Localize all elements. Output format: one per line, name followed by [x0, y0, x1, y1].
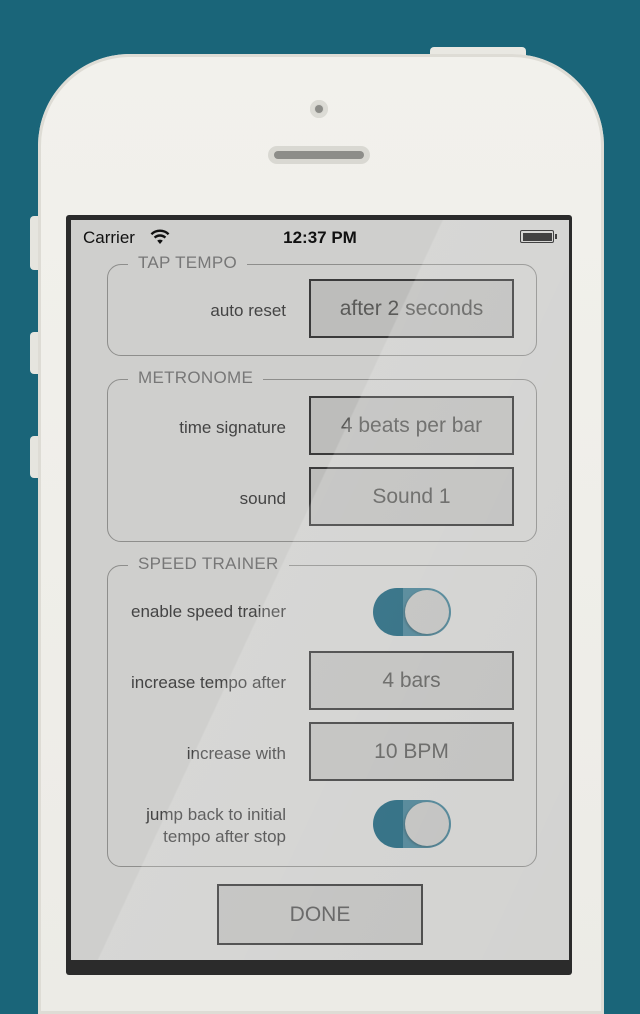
app-screen: Carrier 12:37 PM TAP TEMPO auto reset af… — [71, 220, 569, 960]
metronome-group: METRONOME time signature 4 beats per bar… — [107, 368, 537, 542]
toggle-knob — [405, 590, 449, 634]
earpiece-speaker — [268, 146, 370, 164]
time-signature-selector[interactable]: 4 beats per bar — [309, 396, 514, 455]
jump-back-toggle[interactable] — [373, 800, 451, 848]
jump-back-label-line2: tempo after stop — [163, 827, 286, 846]
tap-tempo-group: TAP TEMPO auto reset after 2 seconds — [107, 253, 537, 356]
enable-speed-trainer-label: enable speed trainer — [130, 602, 286, 621]
sound-label: sound — [239, 489, 286, 508]
done-button[interactable]: DONE — [217, 884, 423, 945]
battery-icon — [520, 230, 554, 243]
auto-reset-selector[interactable]: after 2 seconds — [309, 279, 514, 338]
time-signature-label: time signature — [179, 418, 286, 437]
clock: 12:37 PM — [283, 228, 357, 247]
increase-with-label: increase with — [186, 744, 286, 763]
toggle-knob — [405, 802, 449, 846]
metronome-title: METRONOME — [128, 368, 264, 388]
auto-reset-label: auto reset — [210, 301, 286, 320]
speed-trainer-title: SPEED TRAINER — [128, 554, 289, 574]
increase-with-selector[interactable]: 10 BPM — [309, 722, 514, 781]
jump-back-label: jump back to initial tempo after stop — [71, 804, 286, 848]
battery-tip — [555, 234, 557, 239]
increase-tempo-after-selector[interactable]: 4 bars — [309, 651, 514, 710]
tap-tempo-title: TAP TEMPO — [128, 253, 248, 273]
sound-selector[interactable]: Sound 1 — [309, 467, 514, 526]
status-bar: Carrier 12:37 PM — [71, 220, 569, 256]
front-camera — [310, 100, 328, 118]
increase-tempo-after-label: increase tempo after — [131, 673, 286, 692]
speed-trainer-group: SPEED TRAINER enable speed trainer incre… — [107, 554, 537, 867]
jump-back-label-line1: jump back to initial — [146, 805, 286, 824]
enable-speed-trainer-toggle[interactable] — [373, 588, 451, 636]
